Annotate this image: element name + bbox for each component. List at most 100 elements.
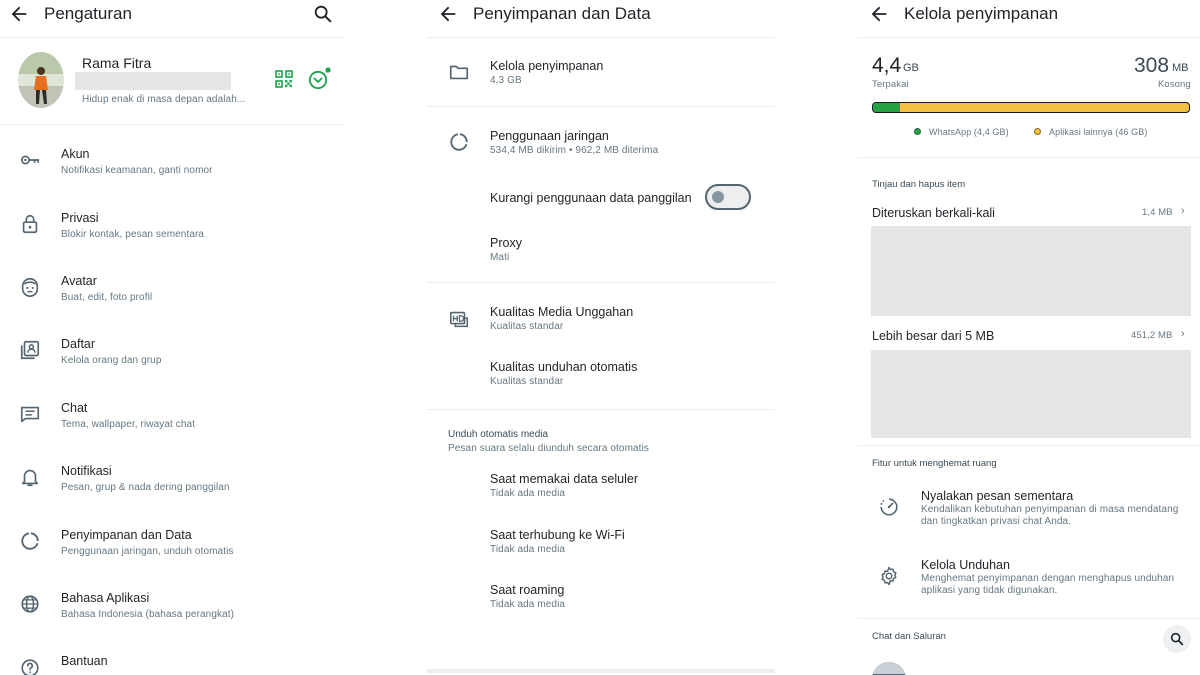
upload-quality-item[interactable]: Kualitas Media Unggahan Kualitas standar [427, 297, 775, 339]
back-arrow-icon[interactable] [868, 3, 890, 25]
divider [427, 282, 775, 283]
settings-item-lists[interactable]: Daftar Kelola orang dan grup [0, 330, 344, 380]
feature-description-line: dan tingkatkan privasi chat Anda. [921, 516, 1072, 527]
auto-download-quality-item[interactable]: Kualitas unduhan otomatis Kualitas stand… [427, 353, 775, 393]
item-title: Saat memakai data seluler [490, 472, 638, 486]
back-arrow-icon[interactable] [8, 3, 30, 25]
profile-about: Hidup enak di masa depan adalah... [82, 94, 246, 105]
status-dropdown-icon[interactable] [306, 66, 332, 92]
item-title: Kelola penyimpanan [490, 59, 604, 73]
feature-disappearing-messages[interactable]: Nyalakan pesan sementara Kendalikan kebu… [858, 482, 1200, 536]
divider [858, 445, 1200, 446]
divider [0, 37, 344, 38]
settings-item-label: Daftar [61, 337, 96, 351]
other-apps-legend-dot [1034, 128, 1041, 135]
settings-panel: Pengaturan Rama Fitra Hidup enak di masa… [0, 0, 344, 675]
lock-icon [19, 213, 41, 235]
key-icon [19, 149, 41, 171]
settings-item-label: Privasi [61, 211, 99, 225]
settings-top-bar: Pengaturan [0, 0, 344, 28]
avatar[interactable] [18, 52, 64, 108]
proxy-item[interactable]: Proxy Mati [427, 228, 775, 268]
item-subtitle: 534,4 MB dikirim • 962,2 MB diterima [490, 145, 659, 156]
chevron-right-icon: › [1181, 205, 1185, 217]
search-icon[interactable] [312, 3, 334, 25]
free-storage-unit: MB [1172, 62, 1189, 74]
divider [427, 37, 775, 38]
item-subtitle: Tidak ada media [490, 488, 566, 499]
forwarded-many-times-row[interactable]: Diteruskan berkali-kali 1,4 MB › [858, 203, 1200, 223]
item-title: Proxy [490, 236, 522, 250]
item-title: Saat terhubung ke Wi-Fi [490, 528, 625, 542]
search-icon [1169, 631, 1185, 647]
item-subtitle: Tidak ada media [490, 544, 566, 555]
feature-description-line: Kendalikan kebutuhan penyimpanan di masa… [921, 504, 1179, 515]
chat-icon [19, 403, 41, 425]
item-title: Penggunaan jaringan [490, 129, 609, 143]
whatsapp-legend-dot [914, 128, 921, 135]
storage-data-top-bar: Penyimpanan dan Data [427, 0, 775, 28]
network-usage-item[interactable]: Penggunaan jaringan 534,4 MB dikirim • 9… [427, 120, 775, 165]
settings-item-chats[interactable]: Chat Tema, wallpaper, riwayat chat [0, 394, 344, 444]
category-title: Lebih besar dari 5 MB [872, 329, 995, 343]
folder-icon [448, 61, 470, 83]
settings-item-notifications[interactable]: Notifikasi Pesan, grup & nada dering pan… [0, 457, 344, 507]
settings-item-storage-data[interactable]: Penyimpanan dan Data Penggunaan jaringan… [0, 521, 344, 571]
other-apps-legend-label: Aplikasi lainnya (46 GB) [1049, 127, 1148, 137]
settings-item-account[interactable]: Akun Notifikasi keamanan, ganti nomor [0, 140, 344, 190]
auto-download-roaming-item[interactable]: Saat roaming Tidak ada media [427, 576, 775, 616]
item-subtitle: Mati [490, 252, 510, 263]
data-usage-icon [448, 131, 470, 153]
qr-code-icon[interactable] [274, 69, 294, 89]
feature-description-line: aplikasi yang tidak digunakan. [921, 585, 1058, 596]
divider [0, 124, 344, 125]
section-header: Fitur untuk menghemat ruang [872, 458, 997, 469]
reduce-call-data-item[interactable]: Kurangi penggunaan data panggilan [427, 180, 775, 216]
auto-download-mobile-item[interactable]: Saat memakai data seluler Tidak ada medi… [427, 465, 775, 505]
help-icon [19, 657, 41, 675]
settings-item-label: Notifikasi [61, 464, 112, 478]
category-size: 451,2 MB [1131, 330, 1173, 341]
globe-icon [19, 593, 41, 615]
search-chats-button[interactable] [1163, 625, 1191, 653]
gear-icon [878, 565, 900, 587]
settings-item-privacy[interactable]: Privasi Blokir kontak, pesan sementara [0, 204, 344, 254]
manage-storage-item[interactable]: Kelola penyimpanan 4,3 GB [427, 50, 775, 95]
data-usage-icon [19, 530, 41, 552]
larger-than-5mb-row[interactable]: Lebih besar dari 5 MB 451,2 MB › [858, 326, 1200, 346]
media-preview-placeholder[interactable] [871, 226, 1191, 316]
settings-item-subtitle: Tema, wallpaper, riwayat chat [61, 419, 196, 430]
manage-storage-top-bar: Kelola penyimpanan [858, 0, 1200, 28]
profile-card[interactable]: Rama Fitra Hidup enak di masa depan adal… [0, 45, 344, 117]
settings-item-subtitle: Buat, edit, foto profil [61, 292, 153, 303]
divider [427, 106, 775, 107]
back-arrow-icon[interactable] [437, 3, 459, 25]
whatsapp-usage-segment [873, 103, 900, 112]
settings-item-avatar[interactable]: Avatar Buat, edit, foto profil [0, 267, 344, 317]
divider [427, 409, 775, 410]
media-preview-placeholder[interactable] [871, 350, 1191, 438]
item-title: Kualitas unduhan otomatis [490, 360, 638, 374]
page-title: Penyimpanan dan Data [473, 4, 651, 23]
divider [858, 618, 1200, 619]
used-storage-unit: GB [903, 62, 919, 74]
settings-item-help[interactable]: Bantuan [0, 648, 344, 675]
settings-item-label: Akun [61, 147, 90, 161]
item-subtitle: Kualitas standar [490, 321, 564, 332]
used-storage-label: Terpakai [872, 79, 909, 90]
chevron-right-icon: › [1181, 328, 1185, 340]
timer-icon [878, 496, 900, 518]
contact-list-icon [19, 339, 41, 361]
used-storage-value: 4,4 [872, 54, 902, 77]
storage-usage-bar [872, 102, 1190, 113]
settings-item-subtitle: Blokir kontak, pesan sementara [61, 229, 205, 240]
chat-avatar[interactable] [872, 662, 906, 675]
settings-item-app-language[interactable]: Bahasa Aplikasi Bahasa Indonesia (bahasa… [0, 584, 344, 634]
feature-manage-downloads[interactable]: Kelola Unduhan Menghemat penyimpanan den… [858, 551, 1200, 605]
free-storage-value: 308 [1134, 54, 1170, 77]
whatsapp-legend-label: WhatsApp (4,4 GB) [929, 127, 1009, 137]
reduce-call-data-toggle[interactable] [705, 184, 751, 210]
toggle-knob [712, 191, 724, 203]
auto-download-wifi-item[interactable]: Saat terhubung ke Wi-Fi Tidak ada media [427, 521, 775, 561]
feature-description-line: Menghemat penyimpanan dengan menghapus u… [921, 573, 1175, 584]
